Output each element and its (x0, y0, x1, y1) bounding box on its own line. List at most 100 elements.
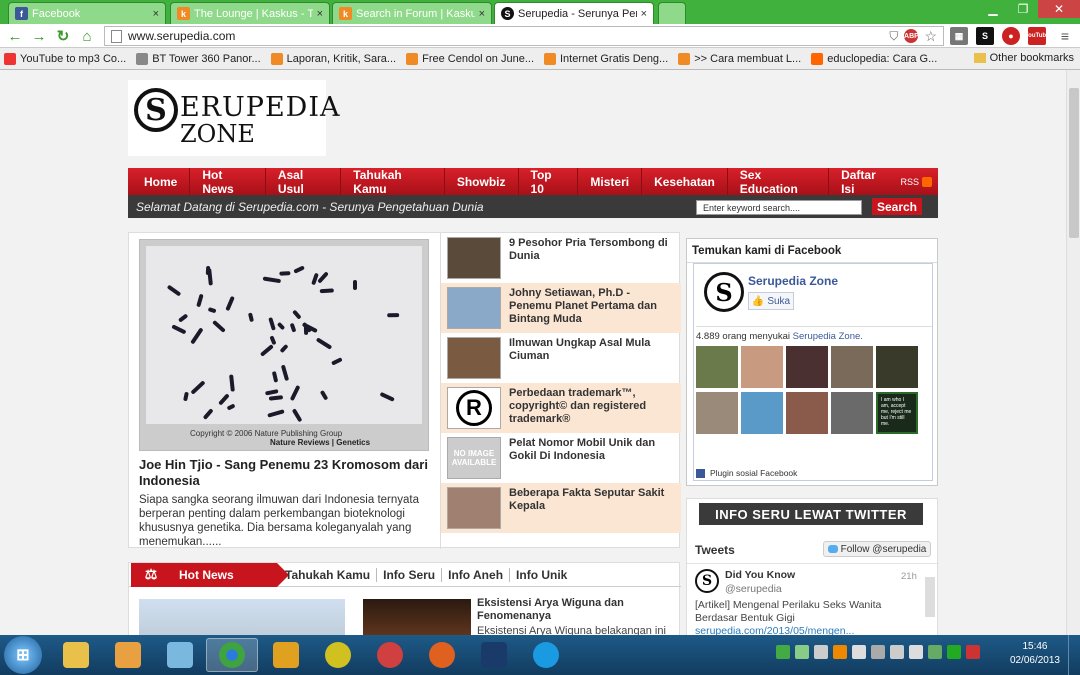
address-bar[interactable]: www.serupedia.com ⛉ ABP ☆ (104, 26, 944, 46)
tab-search-forum[interactable]: k Search in Forum | Kaskus × (332, 2, 492, 24)
bookmark-item[interactable]: >> Cara membuat L... (678, 52, 801, 65)
fan-avatar[interactable] (696, 392, 738, 434)
menu-item-tahukah-kamu[interactable]: Tahukah Kamu (341, 168, 445, 196)
taskbar-search[interactable] (364, 638, 416, 672)
bookmark-star-icon[interactable]: ☆ (924, 28, 937, 45)
article-title[interactable]: 9 Pesohor Pria Tersombong di Dunia (509, 237, 675, 279)
extension-stop-icon[interactable]: ● (1002, 27, 1020, 45)
list-item[interactable]: Johny Setiawan, Ph.D - Penemu Planet Per… (441, 283, 681, 333)
taskbar-media[interactable] (102, 638, 154, 672)
show-desktop-button[interactable] (1068, 635, 1080, 675)
network-signal-icon[interactable] (814, 645, 828, 659)
extension-s-icon[interactable]: S (976, 27, 994, 45)
bookmark-item[interactable]: Laporan, Kritik, Sara... (270, 52, 396, 65)
menu-item-kesehatan[interactable]: Kesehatan (642, 168, 728, 195)
display-icon[interactable] (890, 645, 904, 659)
tray-icon[interactable] (966, 645, 980, 659)
tweet-time[interactable]: 21h (901, 571, 917, 582)
menu-item-asal-usul[interactable]: Asal Usul (266, 168, 342, 196)
fan-avatar[interactable] (696, 346, 738, 388)
start-button[interactable]: ⊞ (4, 636, 42, 674)
fan-avatar[interactable] (831, 346, 873, 388)
menu-item-misteri[interactable]: Misteri (578, 168, 643, 195)
fan-avatar[interactable] (786, 346, 828, 388)
tab-facebook[interactable]: f Facebook × (8, 2, 166, 24)
fan-avatar[interactable] (741, 392, 783, 434)
tab-tahukah-kamu[interactable]: Tahukah Kamu (279, 568, 378, 582)
rss-link[interactable]: RSS (901, 176, 939, 187)
search-input[interactable]: Enter keyword search.... (696, 200, 862, 215)
shield-icon[interactable]: ⛉ (889, 29, 898, 44)
tab-hot-news[interactable]: ⚖ Hot News (131, 563, 289, 587)
menu-item-sex-education[interactable]: Sex Education (728, 168, 830, 196)
maximize-icon[interactable]: ❐ (1008, 0, 1038, 18)
menu-item-top-10[interactable]: Top 10 (519, 168, 579, 196)
youtube-icon[interactable]: YouTube (1025, 27, 1049, 45)
tab-the-lounge[interactable]: k The Lounge | Kaskus - Th × (170, 2, 330, 24)
tab-info-unik[interactable]: Info Unik (510, 568, 573, 582)
new-tab-button[interactable] (658, 2, 686, 24)
forward-icon[interactable]: → (30, 27, 48, 45)
scrollbar-thumb[interactable] (1069, 88, 1079, 238)
taskbar-skype[interactable] (520, 638, 572, 672)
home-icon[interactable]: ⌂ (78, 27, 96, 45)
tray-icon[interactable] (871, 645, 885, 659)
taskbar-photoshop[interactable] (468, 638, 520, 672)
article-title[interactable]: Ilmuwan Ungkap Asal Mula Ciuman (509, 337, 675, 379)
taskbar-chrome[interactable] (206, 638, 258, 672)
tray-icon[interactable] (947, 645, 961, 659)
article-title[interactable]: Beberapa Fakta Seputar Sakit Kepala (509, 487, 675, 529)
extension-puzzle-icon[interactable]: ▦ (950, 27, 968, 45)
close-window-icon[interactable]: ✕ (1038, 0, 1080, 18)
bookmark-item[interactable]: educlopedia: Cara G... (811, 52, 937, 65)
search-button[interactable]: Search (872, 198, 922, 215)
hot-news-image[interactable] (139, 599, 345, 635)
fan-avatar[interactable] (831, 392, 873, 434)
taskbar-winamp[interactable] (312, 638, 364, 672)
volume-icon[interactable] (852, 645, 866, 659)
page-scrollbar[interactable] (1066, 70, 1080, 635)
tweet-author[interactable]: Did You Know (725, 569, 795, 581)
menu-item-home[interactable]: Home (128, 168, 191, 195)
article-title[interactable]: Pelat Nomor Mobil Unik dan Gokil Di Indo… (509, 437, 675, 479)
fan-avatar[interactable] (876, 346, 918, 388)
article-title[interactable]: Eksistensi Arya Wiguna dan Fenomenanya (477, 597, 677, 623)
close-icon[interactable]: × (153, 8, 159, 20)
other-bookmarks[interactable]: Other bookmarks (973, 52, 1074, 64)
like-count-link[interactable]: Serupedia Zone. (793, 331, 863, 342)
battery-icon[interactable] (909, 645, 923, 659)
list-item[interactable]: NO IMAGE AVAILABLE Pelat Nomor Mobil Uni… (441, 433, 681, 483)
back-icon[interactable]: ← (6, 27, 24, 45)
list-item[interactable]: R Perbedaan trademark™, copyright© dan r… (441, 383, 681, 433)
article-title[interactable]: Johny Setiawan, Ph.D - Penemu Planet Per… (509, 287, 675, 329)
list-item[interactable]: 9 Pesohor Pria Tersombong di Dunia (441, 233, 681, 283)
tweet-scrollbar[interactable] (925, 577, 935, 617)
reload-icon[interactable]: ↻ (54, 27, 72, 45)
like-button[interactable]: 👍 Suka (748, 292, 794, 310)
close-icon[interactable]: × (479, 8, 485, 20)
featured-title[interactable]: Joe Hin Tjio - Sang Penemu 23 Kromosom d… (139, 457, 429, 489)
menu-item-showbiz[interactable]: Showbiz (445, 168, 519, 195)
taskbar-notepad[interactable] (154, 638, 206, 672)
bookmark-item[interactable]: YouTube to mp3 Co... (4, 52, 126, 65)
tweet-avatar[interactable]: S (695, 569, 719, 593)
taskbar-firefox[interactable] (416, 638, 468, 672)
tweet-handle[interactable]: @serupedia (725, 583, 782, 595)
fan-avatar[interactable] (741, 346, 783, 388)
tab-info-seru[interactable]: Info Seru (377, 568, 443, 582)
flash-icon[interactable] (833, 645, 847, 659)
tray-icon[interactable] (776, 645, 790, 659)
article-thumbnail[interactable] (363, 599, 471, 635)
menu-item-daftar-isi[interactable]: Daftar Isi (829, 168, 900, 196)
fan-avatar[interactable]: I am who I am, accept me, reject me but … (876, 392, 918, 434)
page-logo[interactable]: S (704, 272, 744, 312)
minimize-icon[interactable]: ▁ (978, 0, 1008, 18)
bookmark-item[interactable]: Internet Gratis Deng... (544, 52, 668, 65)
facebook-page-name[interactable]: Serupedia Zone (748, 274, 838, 288)
fan-avatar[interactable] (786, 392, 828, 434)
tray-icon[interactable] (795, 645, 809, 659)
bookmark-item[interactable]: Free Cendol on June... (406, 52, 534, 65)
taskbar-explorer[interactable] (50, 638, 102, 672)
tray-icon[interactable] (928, 645, 942, 659)
site-logo[interactable]: S ERUPEDIA ZONE (128, 80, 339, 156)
